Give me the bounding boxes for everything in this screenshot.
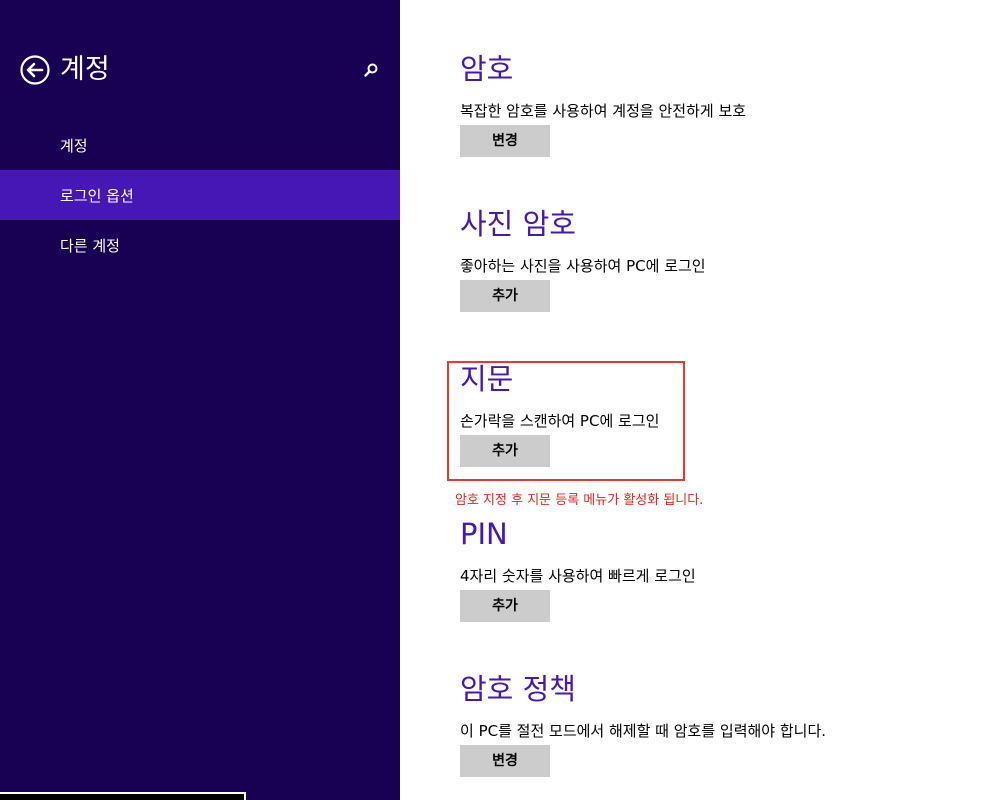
sidebar-title: 계정 <box>60 54 110 85</box>
change-password-button[interactable]: 변경 <box>460 125 550 157</box>
section-description: 이 PC를 절전 모드에서 해제할 때 암호를 입력해야 합니다. <box>460 722 827 740</box>
password-section: 암호 복잡한 암호를 사용하여 계정을 안전하게 보호 변경 <box>460 50 960 157</box>
back-button[interactable] <box>20 55 50 85</box>
section-description: 좋아하는 사진을 사용하여 PC에 로그인 <box>460 257 706 275</box>
sidebar-item-sign-in-options[interactable]: 로그인 옵션 <box>0 170 400 220</box>
add-picture-password-button[interactable]: 추가 <box>460 280 550 312</box>
fingerprint-highlight-box <box>447 361 685 481</box>
pin-section: PIN 4자리 숫자를 사용하여 빠르게 로그인 추가 <box>460 515 960 622</box>
sidebar-item-accounts[interactable]: 계정 <box>0 120 400 170</box>
taskbar-fragment <box>0 792 246 800</box>
section-description: 복잡한 암호를 사용하여 계정을 안전하게 보호 <box>460 102 747 120</box>
section-title: 암호 <box>460 52 514 86</box>
annotation-note: 암호 지정 후 지문 등록 메뉴가 활성화 됩니다. <box>455 493 704 508</box>
sidebar-item-label: 계정 <box>60 136 88 155</box>
sidebar-item-label: 로그인 옵션 <box>60 186 134 205</box>
search-icon <box>364 63 378 77</box>
sidebar: 계정 계정 로그인 옵션 다른 계정 <box>0 0 400 800</box>
password-policy-section: 암호 정책 이 PC를 절전 모드에서 해제할 때 암호를 입력해야 합니다. … <box>460 670 960 777</box>
search-button[interactable] <box>362 61 380 79</box>
sidebar-header: 계정 <box>20 52 110 88</box>
section-title: PIN <box>460 517 508 551</box>
main-content: 암호 복잡한 암호를 사용하여 계정을 안전하게 보호 변경 사진 암호 좋아하… <box>400 0 1000 800</box>
change-password-policy-button[interactable]: 변경 <box>460 745 550 777</box>
sidebar-nav: 계정 로그인 옵션 다른 계정 <box>0 120 400 270</box>
back-arrow-circle-icon <box>20 55 50 85</box>
settings-window: 계정 계정 로그인 옵션 다른 계정 암호 복잡한 암호를 사용하여 계정을 안… <box>0 0 1000 800</box>
picture-password-section: 사진 암호 좋아하는 사진을 사용하여 PC에 로그인 추가 <box>460 205 960 312</box>
section-description: 4자리 숫자를 사용하여 빠르게 로그인 <box>460 567 696 585</box>
section-title: 암호 정책 <box>460 672 576 706</box>
sidebar-item-other-accounts[interactable]: 다른 계정 <box>0 220 400 270</box>
section-title: 사진 암호 <box>460 207 576 241</box>
sidebar-item-label: 다른 계정 <box>60 236 120 255</box>
add-pin-button[interactable]: 추가 <box>460 590 550 622</box>
